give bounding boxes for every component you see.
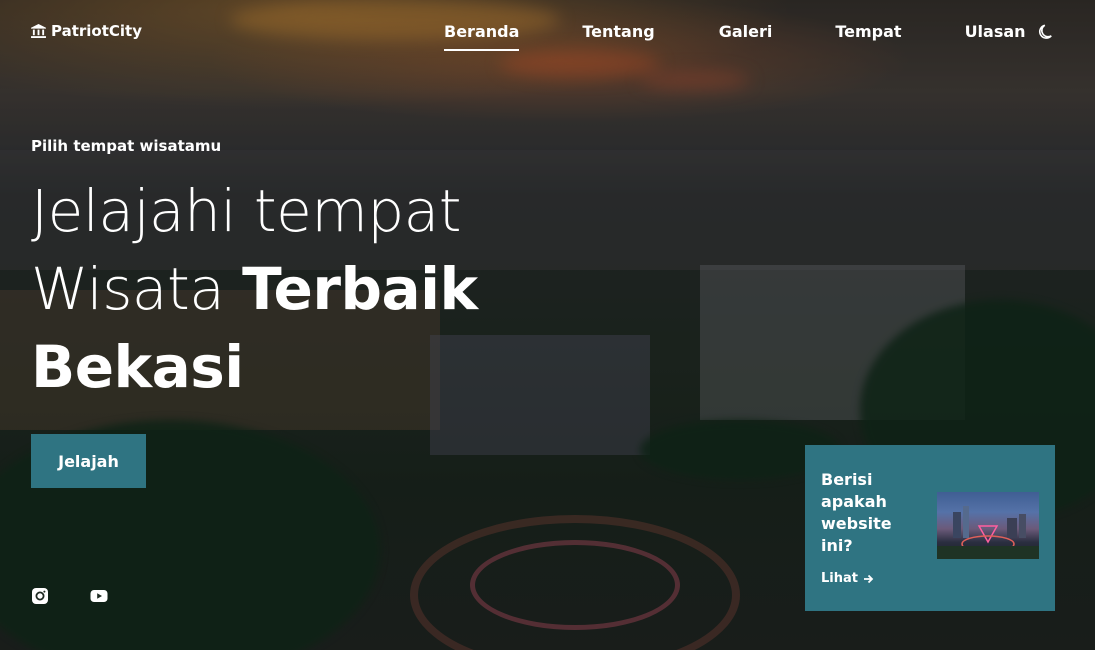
nav-item-tempat[interactable]: Tempat [835, 22, 901, 51]
nav-menu: Beranda Tentang Galeri Tempat Ulasan [444, 22, 1026, 51]
brand-logo[interactable]: PatriotCity [31, 22, 142, 40]
brand-name: PatriotCity [51, 22, 142, 40]
headline-line-3-bold: Bekasi [31, 333, 244, 401]
info-card-link-label: Lihat [821, 571, 858, 586]
explore-button[interactable]: Jelajah [31, 434, 146, 488]
city-thumbnail-image [937, 506, 1039, 559]
nav-item-galeri[interactable]: Galeri [719, 22, 773, 51]
hero-headline: Jelajahi tempat Wisata Terbaik Bekasi [31, 172, 531, 406]
nav-item-ulasan[interactable]: Ulasan [965, 22, 1026, 51]
nav-item-beranda[interactable]: Beranda [444, 22, 520, 51]
info-card-thumbnail [937, 492, 1039, 559]
info-card-link[interactable]: Lihat [821, 571, 874, 586]
info-card-title: Berisi apakah website ini? [821, 470, 892, 555]
landmark-icon [31, 24, 46, 38]
navbar: PatriotCity Beranda Tentang Galeri Tempa… [0, 0, 1095, 64]
moon-icon[interactable] [1038, 23, 1056, 41]
nav-item-tentang[interactable]: Tentang [582, 22, 654, 51]
instagram-icon[interactable] [31, 587, 49, 605]
youtube-icon[interactable] [90, 587, 108, 605]
headline-line-2-light: Wisata [31, 255, 225, 323]
arrow-right-icon [863, 574, 874, 583]
info-card: Berisi apakah website ini? Lihat [805, 445, 1055, 611]
headline-line-1: Jelajahi tempat [31, 177, 461, 245]
hero-eyebrow: Pilih tempat wisatamu [31, 137, 222, 155]
headline-line-2-bold: Terbaik [242, 255, 478, 323]
